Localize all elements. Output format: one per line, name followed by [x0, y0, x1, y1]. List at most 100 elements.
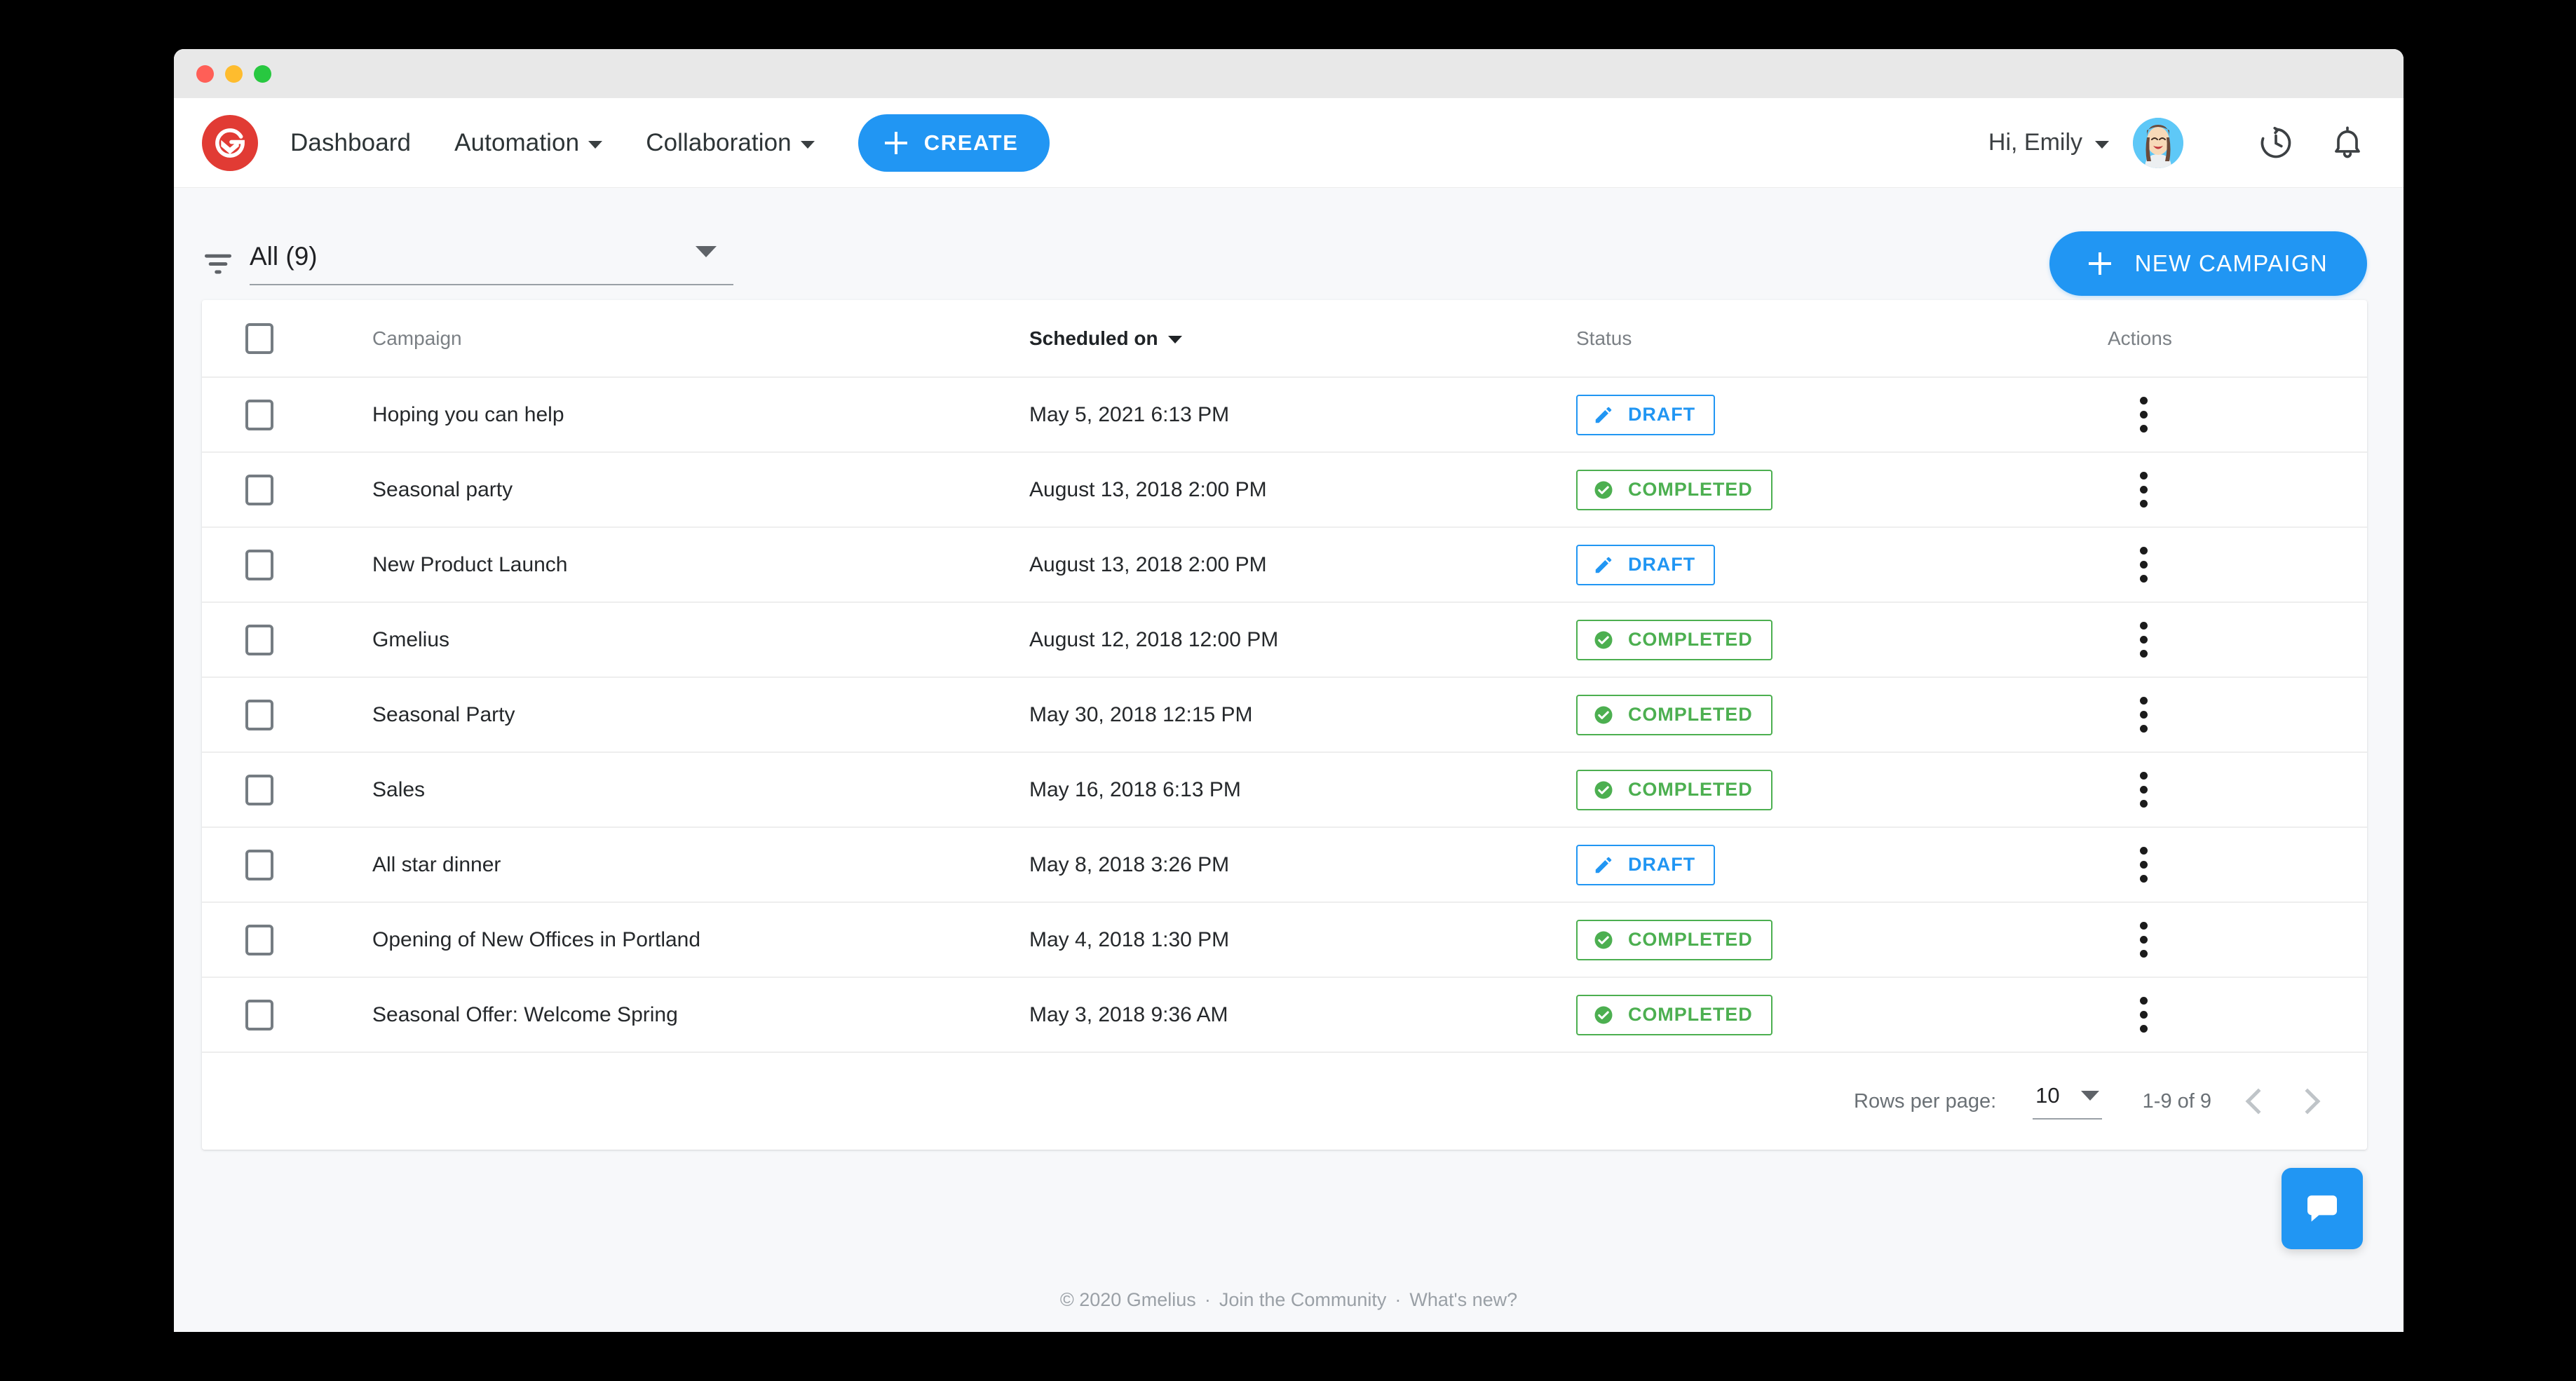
campaign-name-cell: Sales [372, 777, 426, 801]
actions-cell [2102, 377, 2367, 452]
previous-page-button[interactable] [2245, 1088, 2272, 1115]
maximize-window-button[interactable] [254, 64, 271, 83]
column-header-status[interactable]: Status [1569, 300, 2102, 378]
campaign-name-cell: New Product Launch [372, 552, 568, 576]
plus-icon [884, 131, 907, 154]
actions-cell [2102, 752, 2367, 827]
actions-cell [2102, 602, 2367, 677]
chat-widget-button[interactable] [2282, 1168, 2363, 1249]
page-footer: © 2020 Gmelius · Join the Community · Wh… [174, 1267, 2404, 1332]
row-select-checkbox[interactable] [245, 474, 273, 505]
row-select-checkbox[interactable] [245, 849, 273, 880]
scheduled-on-cell: August 13, 2018 2:00 PM [1029, 477, 1267, 501]
select-all-checkbox[interactable] [245, 322, 273, 354]
row-actions-menu-button[interactable] [2123, 468, 2164, 512]
nav-link-collaboration[interactable]: Collaboration [646, 129, 815, 157]
top-navbar: Dashboard Automation Collaboration CREAT… [174, 98, 2404, 188]
campaign-name-cell: Seasonal Party [372, 702, 515, 726]
check-circle-icon [1594, 781, 1613, 798]
table-row[interactable]: New Product Launch August 13, 2018 2:00 P… [202, 527, 2367, 602]
minimize-window-button[interactable] [225, 64, 243, 83]
row-actions-menu-button[interactable] [2123, 768, 2164, 812]
status-badge[interactable]: DRAFT [1576, 394, 1715, 435]
row-select-checkbox[interactable] [245, 924, 273, 955]
table-row[interactable]: Opening of New Offices in Portland May 4,… [202, 902, 2367, 977]
footer-whats-new-link[interactable]: What's new? [1409, 1289, 1517, 1311]
bell-icon[interactable] [2328, 123, 2367, 163]
row-actions-menu-button[interactable] [2123, 618, 2164, 662]
table-row[interactable]: Seasonal party August 13, 2018 2:00 PM COM… [202, 452, 2367, 527]
status-badge[interactable]: COMPLETED [1576, 694, 1772, 735]
row-select-checkbox[interactable] [245, 399, 273, 430]
new-campaign-button[interactable]: NEW CAMPAIGN [2049, 231, 2367, 296]
status-badge[interactable]: COMPLETED [1576, 469, 1772, 510]
status-badge[interactable]: COMPLETED [1576, 769, 1772, 810]
table-row[interactable]: Sales May 16, 2018 6:13 PM COMPLETED [202, 752, 2367, 827]
status-badge[interactable]: DRAFT [1576, 544, 1715, 585]
row-select-checkbox[interactable] [245, 774, 273, 805]
row-actions-menu-button[interactable] [2123, 918, 2164, 962]
nav-link-dashboard[interactable]: Dashboard [290, 129, 411, 157]
status-badge[interactable]: COMPLETED [1576, 919, 1772, 960]
row-select-cell [202, 827, 367, 902]
row-select-cell [202, 902, 367, 977]
pagination-range-label: 1-9 of 9 [2142, 1089, 2211, 1113]
table-row[interactable]: Gmelius August 12, 2018 12:00 PM COMPLETED [202, 602, 2367, 677]
close-window-button[interactable] [196, 64, 214, 83]
table-row[interactable]: All star dinner May 8, 2018 3:26 PM DRAFT [202, 827, 2367, 902]
row-select-cell [202, 377, 367, 452]
sort-descending-icon [1167, 335, 1182, 343]
row-actions-menu-button[interactable] [2123, 693, 2164, 737]
row-actions-menu-button[interactable] [2123, 543, 2164, 587]
column-header-scheduled-on[interactable]: Scheduled on [1029, 300, 1569, 378]
table-row[interactable]: Seasonal Party May 30, 2018 12:15 PM COMPL… [202, 677, 2367, 752]
row-select-checkbox[interactable] [245, 699, 273, 730]
rows-per-page-value: 10 [2035, 1083, 2060, 1108]
actions-cell [2102, 452, 2367, 527]
gmelius-logo-icon[interactable] [202, 114, 258, 171]
status-badge[interactable]: DRAFT [1576, 844, 1715, 885]
avatar[interactable] [2133, 117, 2183, 168]
row-select-cell [202, 977, 367, 1052]
campaigns-table: Campaign Scheduled on Status Actions Hop… [202, 300, 2367, 1053]
create-button-label: CREATE [923, 130, 1019, 155]
status-cell: DRAFT [1569, 527, 2102, 602]
table-row[interactable]: Seasonal Offer: Welcome Spring May 3, 201… [202, 977, 2367, 1052]
row-select-cell [202, 752, 367, 827]
chevron-down-icon [2095, 141, 2109, 149]
table-row[interactable]: Hoping you can help May 5, 2021 6:13 PM DR… [202, 377, 2367, 452]
row-actions-menu-button[interactable] [2123, 843, 2164, 887]
campaigns-card: Campaign Scheduled on Status Actions Hop… [202, 300, 2367, 1150]
row-select-checkbox[interactable] [245, 624, 273, 655]
table-header: Campaign Scheduled on Status Actions [202, 300, 2367, 378]
column-header-campaign[interactable]: Campaign [367, 300, 1029, 378]
user-menu[interactable]: Hi, Emily [1988, 129, 2109, 156]
rows-per-page-select[interactable]: 10 [2033, 1083, 2102, 1120]
column-header-scheduled-on-label: Scheduled on [1029, 327, 1158, 349]
actions-cell [2102, 527, 2367, 602]
status-cell: DRAFT [1569, 827, 2102, 902]
row-actions-menu-button[interactable] [2123, 993, 2164, 1038]
row-select-checkbox[interactable] [245, 999, 273, 1030]
status-badge-label: COMPLETED [1628, 704, 1753, 725]
status-badge[interactable]: COMPLETED [1576, 619, 1772, 660]
status-cell: COMPLETED [1569, 677, 2102, 752]
create-button[interactable]: CREATE [857, 114, 1050, 172]
campaign-name-cell: Hoping you can help [372, 402, 564, 426]
row-actions-menu-button[interactable] [2123, 393, 2164, 437]
nav-link-automation[interactable]: Automation [454, 129, 603, 157]
check-circle-icon [1594, 631, 1613, 648]
column-header-actions: Actions [2102, 300, 2367, 378]
status-badge[interactable]: COMPLETED [1576, 994, 1772, 1035]
toolbar: All (9) NEW CAMPAIGN [174, 188, 2404, 300]
campaign-filter-select[interactable]: All (9) [250, 242, 733, 285]
table-header-row: Campaign Scheduled on Status Actions [202, 300, 2367, 378]
next-page-button[interactable] [2294, 1088, 2321, 1115]
row-select-cell [202, 452, 367, 527]
row-select-checkbox[interactable] [245, 549, 273, 580]
history-icon[interactable] [2256, 123, 2296, 163]
scheduled-on-cell: May 16, 2018 6:13 PM [1029, 777, 1241, 801]
footer-community-link[interactable]: Join the Community [1219, 1289, 1387, 1311]
plus-icon [2088, 252, 2111, 275]
new-campaign-button-label: NEW CAMPAIGN [2134, 250, 2328, 276]
